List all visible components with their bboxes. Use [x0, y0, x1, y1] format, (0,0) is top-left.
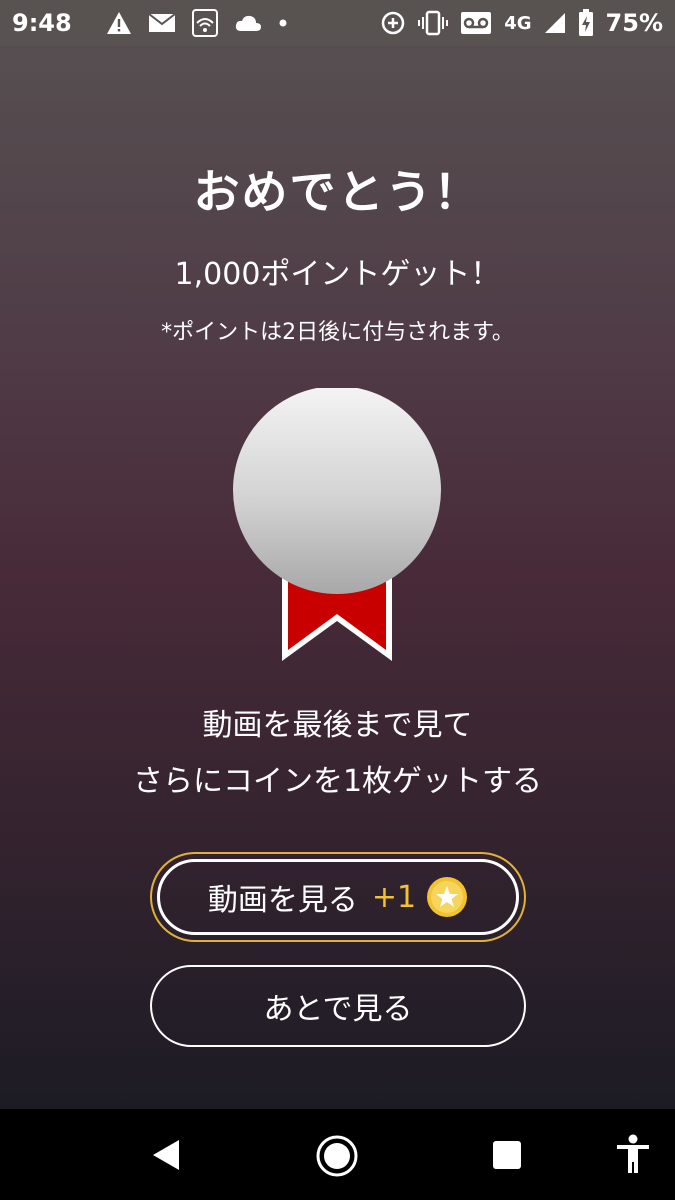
navigation-bar: [0, 1109, 675, 1200]
status-left: 9:48: [12, 9, 380, 37]
voicemail-icon: [460, 11, 492, 35]
reward-message: 動画を最後まで見て さらにコインを1枚ゲットする: [0, 698, 675, 810]
cloud-icon: [234, 13, 262, 33]
reward-message-line-1: 動画を最後まで見て: [202, 708, 473, 743]
mail-icon: [148, 12, 176, 34]
network-type: 4G: [504, 12, 532, 34]
coin-star-icon: [426, 876, 468, 918]
warning-icon: [106, 11, 132, 35]
back-icon[interactable]: [146, 1135, 186, 1175]
accessibility-icon[interactable]: [612, 1133, 654, 1175]
status-time: 9:48: [12, 9, 72, 37]
wifi-icon: [191, 9, 218, 37]
vibrate-icon: [418, 10, 449, 36]
status-right: 4G 75%: [380, 9, 663, 37]
home-icon[interactable]: [313, 1132, 361, 1180]
reward-screen: おめでとう！ 1,000ポイントゲット！ *ポイントは2日後に付与されます。 動…: [0, 46, 675, 1109]
battery-charging-icon: [578, 9, 594, 37]
page-title: おめでとう！: [193, 165, 482, 219]
battery-percent: 75%: [605, 9, 663, 37]
points-earned-text: 1,000ポイントゲット！: [174, 257, 501, 292]
recents-icon[interactable]: [488, 1136, 526, 1174]
watch-video-button-frame: 動画を見る +1: [150, 852, 526, 942]
medal-icon: [232, 386, 442, 664]
watch-later-button[interactable]: あとで見る: [150, 965, 526, 1047]
dot-icon: [278, 18, 288, 28]
watch-video-button[interactable]: 動画を見る +1: [157, 859, 519, 935]
watch-video-label: 動画を見る: [207, 883, 358, 918]
data-saver-icon: [380, 10, 406, 36]
coin-bonus-label: +1: [371, 879, 417, 915]
status-bar: 9:48 4G 75%: [0, 0, 675, 46]
signal-icon: [544, 11, 566, 35]
points-note: *ポイントは2日後に付与されます。: [161, 320, 514, 345]
reward-message-line-2: さらにコインを1枚ゲットする: [132, 764, 543, 799]
